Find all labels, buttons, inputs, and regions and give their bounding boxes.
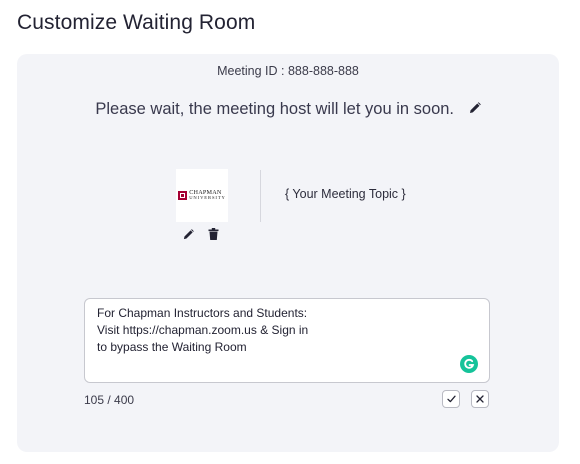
- logo-actions: [183, 227, 231, 241]
- logo-seal-icon: [178, 190, 188, 200]
- cancel-button[interactable]: [471, 390, 489, 408]
- pencil-icon[interactable]: [183, 228, 194, 240]
- logo-image: CHAPMAN UNIVERSITY: [176, 169, 228, 222]
- meeting-id: Meeting ID : 888-888-888: [217, 64, 359, 78]
- meeting-topic[interactable]: { Your Meeting Topic }: [285, 187, 406, 201]
- trash-icon[interactable]: [208, 228, 219, 240]
- page-title: Customize Waiting Room: [17, 11, 256, 34]
- divider: [260, 170, 261, 222]
- wait-message: Please wait, the meeting host will let y…: [95, 100, 454, 118]
- wait-message-row: Please wait, the meeting host will let y…: [17, 100, 559, 119]
- description-textarea[interactable]: For Chapman Instructors and Students: Vi…: [84, 298, 490, 383]
- char-count: 105 / 400: [84, 393, 135, 407]
- description-line: For Chapman Instructors and Students:: [97, 306, 308, 320]
- save-button[interactable]: [442, 390, 460, 408]
- logo-line2: UNIVERSITY: [189, 195, 226, 201]
- pencil-icon[interactable]: [469, 100, 481, 119]
- check-icon: [446, 395, 456, 403]
- description-line: Visit https://chapman.zoom.us & Sign in: [97, 323, 309, 337]
- chapman-logo: CHAPMAN UNIVERSITY: [178, 189, 226, 201]
- waiting-room-panel: Meeting ID : 888-888-888 Please wait, th…: [17, 54, 559, 452]
- grammarly-icon[interactable]: [460, 355, 478, 373]
- close-icon: [476, 395, 484, 403]
- description-line: to bypass the Waiting Room: [97, 340, 247, 354]
